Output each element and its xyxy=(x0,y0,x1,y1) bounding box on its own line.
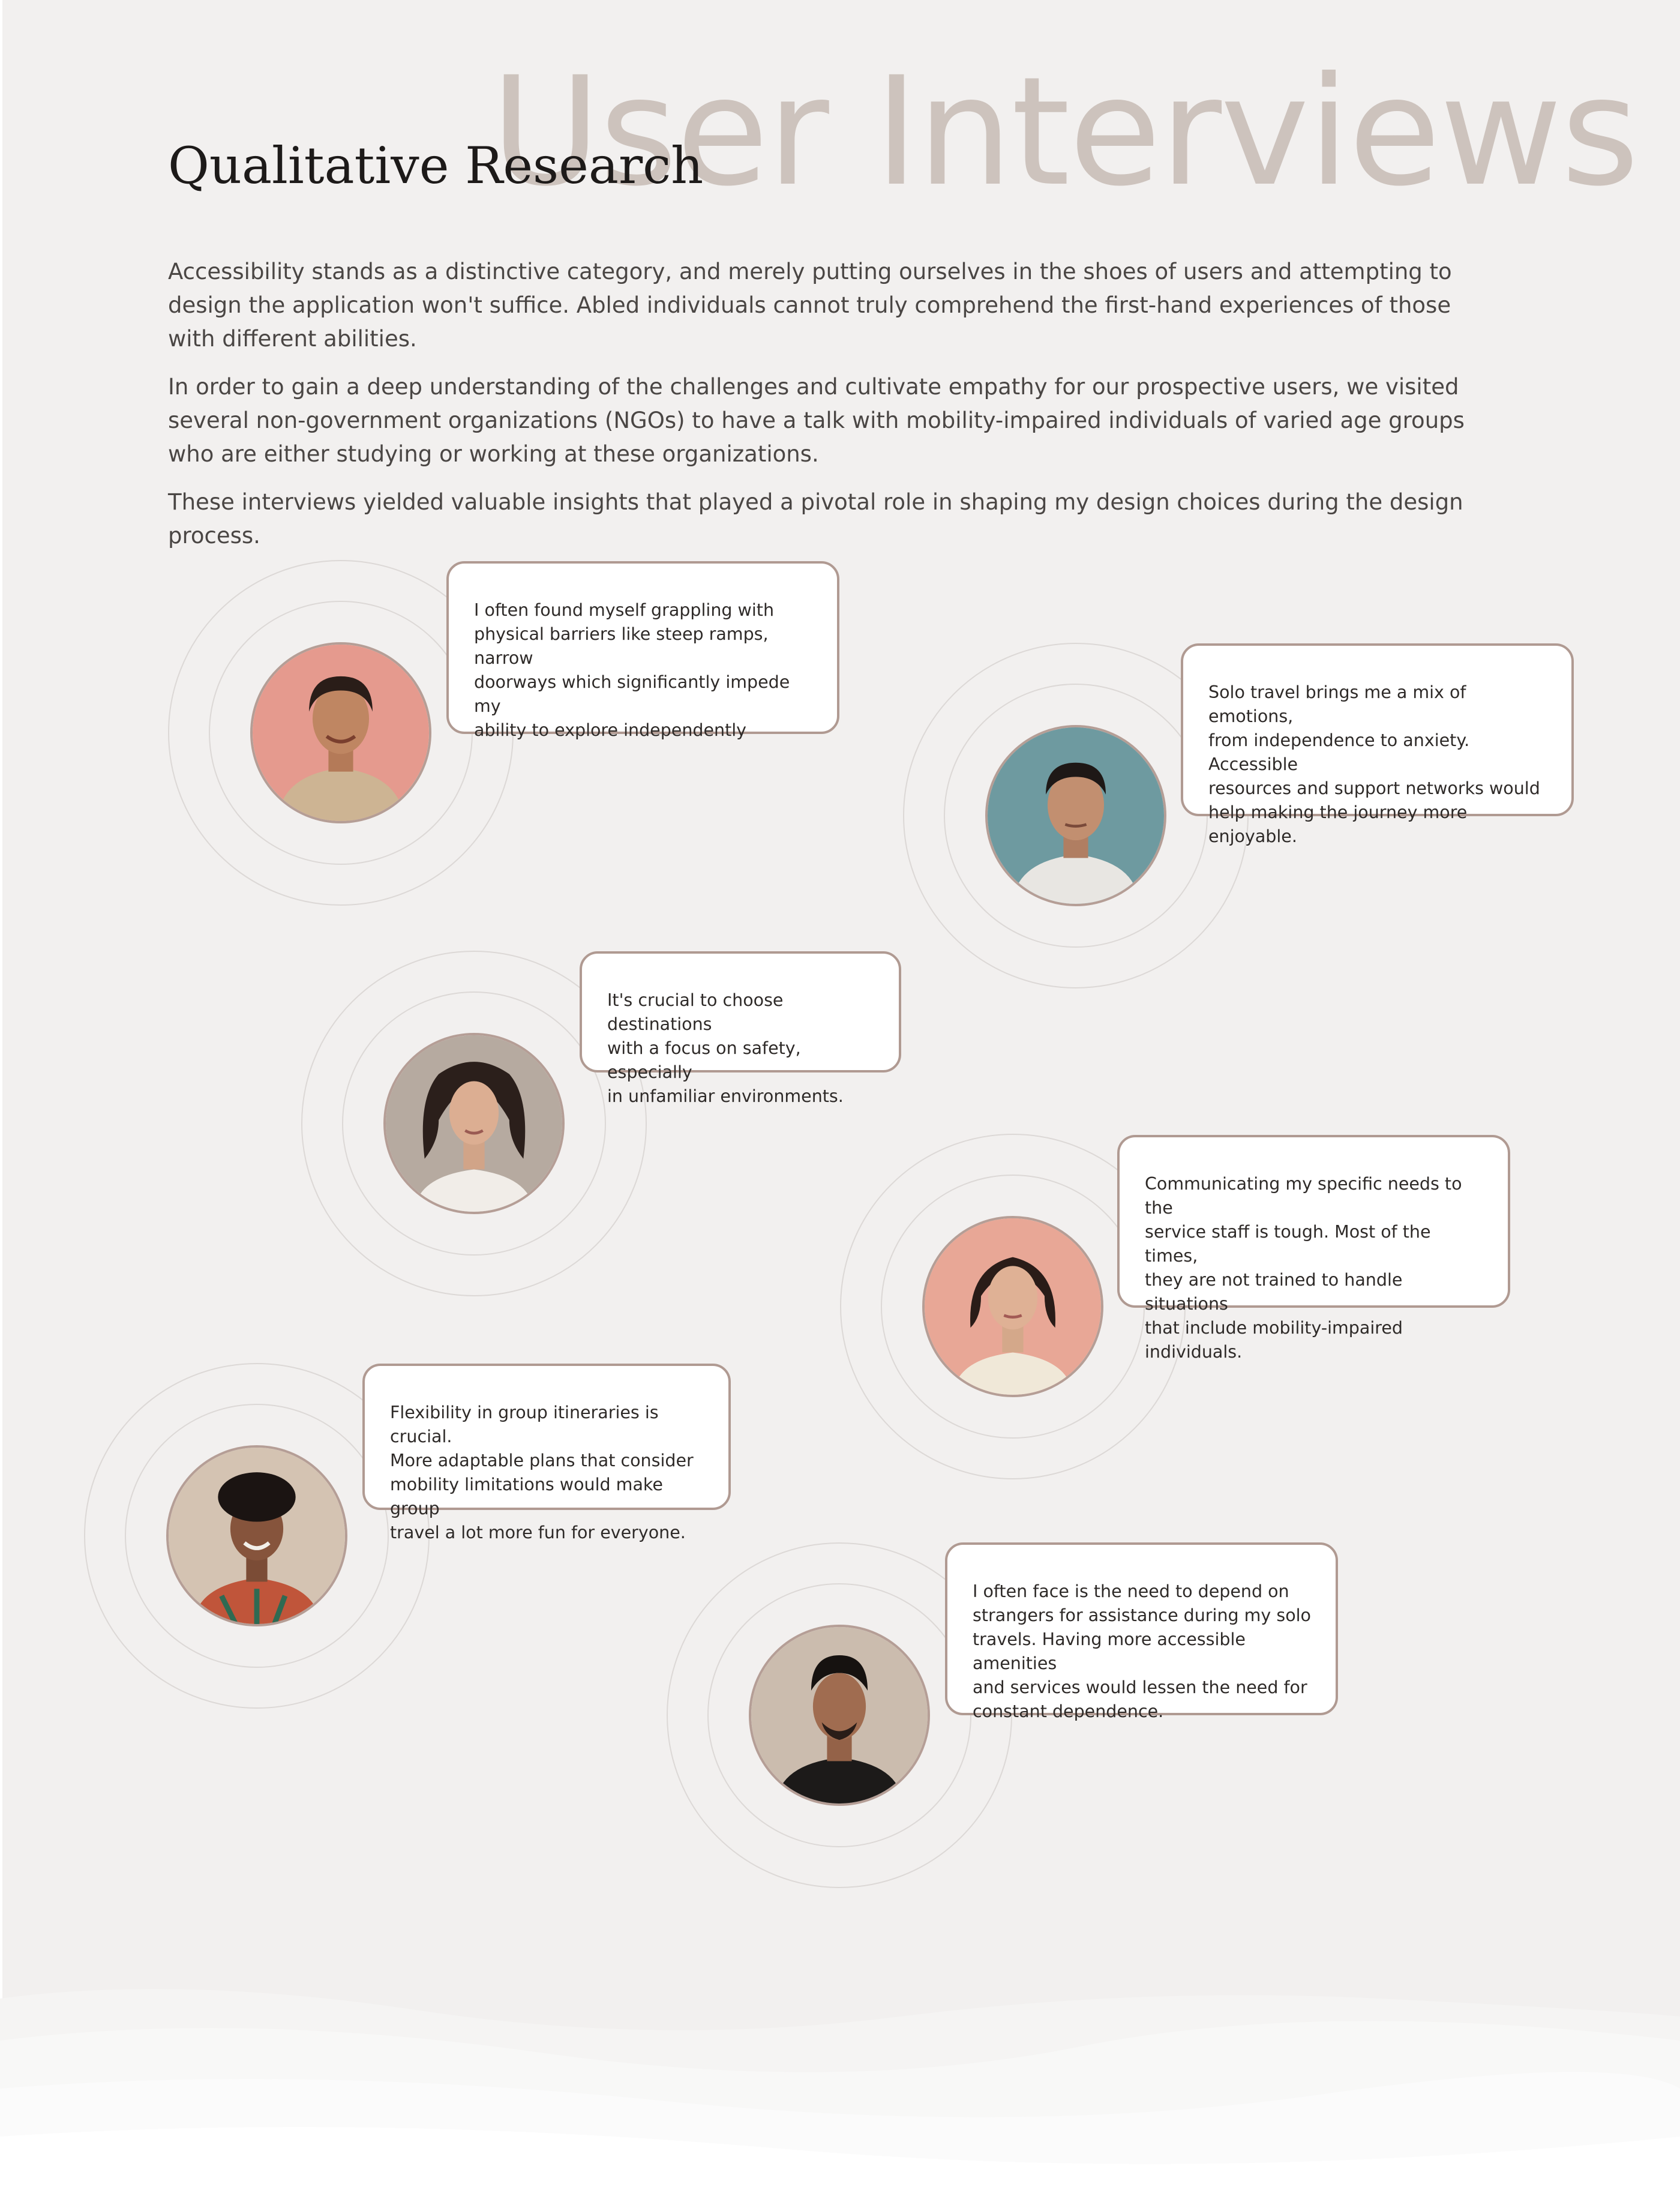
page-title: Qualitative Research xyxy=(168,136,704,195)
person-icon xyxy=(253,645,429,821)
quote-bubble: I often face is the need to depend on st… xyxy=(945,1542,1338,1721)
quote-bubble: Solo travel brings me a mix of emotions,… xyxy=(1181,643,1574,846)
page-left-edge xyxy=(0,0,2,2211)
person-icon xyxy=(386,1035,562,1212)
person-icon xyxy=(925,1218,1101,1395)
quote-bubble: It's crucial to choose destinations with… xyxy=(580,951,901,1106)
interviewee-avatar xyxy=(166,1445,347,1626)
person-icon xyxy=(751,1627,928,1803)
interviewee-avatar xyxy=(250,642,431,823)
interviewee-avatar xyxy=(922,1216,1103,1397)
interviewee-avatar xyxy=(985,725,1166,906)
interviewee-avatar xyxy=(383,1033,565,1214)
quote-bubble: I often found myself grappling with phys… xyxy=(446,561,839,740)
intro-paragraph: In order to gain a deep understanding of… xyxy=(168,374,1465,467)
person-icon xyxy=(988,727,1164,904)
intro-text: Accessibility stands as a distinctive ca… xyxy=(168,255,1476,567)
quote-bubble: Flexibility in group itineraries is cruc… xyxy=(362,1364,731,1542)
decorative-wave-footer xyxy=(0,1989,1680,2211)
person-icon xyxy=(169,1448,345,1624)
intro-paragraph: These interviews yielded valuable insigh… xyxy=(168,489,1463,549)
intro-paragraph: Accessibility stands as a distinctive ca… xyxy=(168,259,1452,352)
quote-bubble: Communicating my specific needs to the s… xyxy=(1117,1135,1510,1362)
interviewee-avatar xyxy=(749,1625,930,1806)
